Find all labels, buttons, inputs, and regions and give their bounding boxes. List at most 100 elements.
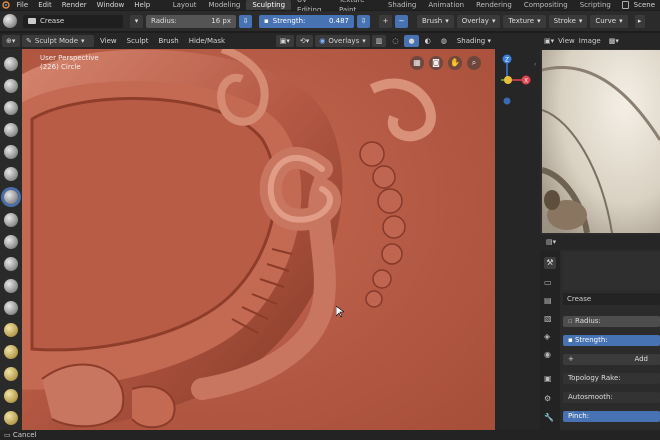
menu-edit[interactable]: Edit — [33, 0, 57, 10]
scene-label[interactable]: Scene — [629, 0, 660, 10]
brush-name-box[interactable]: Crease — [563, 293, 660, 305]
menu-help[interactable]: Help — [129, 0, 155, 10]
clay-strips-tool-icon[interactable] — [4, 123, 18, 137]
zoom-icon[interactable]: ⌕ — [467, 56, 481, 70]
brush-dropdown[interactable]: Brush ▾ — [417, 14, 454, 28]
tab-shading[interactable]: Shading — [382, 0, 422, 10]
camera-icon[interactable]: ◙ — [429, 56, 443, 70]
editor-type-icon[interactable]: ⊕▾ — [2, 35, 20, 47]
image-menu-view[interactable]: View — [558, 37, 575, 45]
inflate-tool-icon[interactable] — [4, 167, 18, 181]
menu-file[interactable]: File — [11, 0, 33, 10]
overlays-dropdown[interactable]: ◉ Overlays ▾ — [315, 35, 370, 47]
menu-brush[interactable]: Brush — [155, 35, 183, 47]
image-editor-type-icon[interactable]: ▣▾ — [544, 37, 554, 45]
radius-pressure-icon[interactable]: ⇩ — [239, 14, 252, 28]
add-button[interactable]: + Add — [563, 354, 660, 365]
radius-prop-field[interactable]: ▫ Radius: — [563, 316, 660, 327]
render-tab-icon[interactable]: ▭ — [544, 278, 552, 287]
properties-type-icon[interactable]: ▤▾ — [546, 238, 556, 246]
menu-sculpt[interactable]: Sculpt — [123, 35, 153, 47]
nudge-tool-icon[interactable] — [4, 411, 18, 425]
scene-selector-icon[interactable] — [621, 1, 629, 9]
more-options-icon[interactable]: ▸ — [634, 14, 645, 28]
gizmo-toggle-icon[interactable]: ⟲▾ — [295, 35, 314, 47]
sculpt-mode-label: Sculpt Mode — [34, 37, 79, 45]
topology-rake-field[interactable]: Topology Rake: — [563, 373, 660, 384]
texture-dropdown[interactable]: Texture ▾ — [503, 14, 546, 28]
stroke-dropdown-label: Stroke — [553, 16, 576, 25]
xray-toggle-icon[interactable]: ▥ — [371, 35, 387, 47]
snake-hook-tool-icon[interactable] — [4, 367, 18, 381]
overlay-dropdown[interactable]: Overlay ▾ — [456, 14, 501, 28]
layer-tool-icon[interactable] — [4, 145, 18, 159]
brush-name-field[interactable]: Crease — [23, 14, 123, 28]
thumb-tool-icon[interactable] — [4, 389, 18, 403]
clay-tool-icon[interactable] — [4, 101, 18, 115]
wrench-icon[interactable]: 🔧 — [544, 413, 554, 422]
scrape-tool-icon[interactable] — [4, 301, 18, 315]
view-layer-tab-icon[interactable]: ▧ — [544, 314, 552, 323]
tab-sculpting[interactable]: Sculpting — [246, 0, 292, 10]
strength-value: 0.487 — [328, 16, 349, 25]
autosmooth-field[interactable]: Autosmooth: — [563, 392, 660, 403]
flatten-tool-icon[interactable] — [4, 257, 18, 271]
image-menu-image[interactable]: Image — [579, 37, 601, 45]
strength-prop-field[interactable]: ▪ Strength: — [563, 335, 660, 346]
object-tab-icon[interactable]: ▣ — [544, 374, 552, 383]
modifier-tab-icon[interactable]: ⚙ — [544, 394, 551, 403]
shading-rendered-icon[interactable]: ◍ — [437, 35, 451, 47]
shading-dropdown[interactable]: Shading ▾ — [453, 35, 495, 47]
texture-dropdown-label: Texture — [508, 16, 535, 25]
output-tab-icon[interactable]: ▤ — [544, 296, 552, 305]
radius-field[interactable]: Radius: 16 px — [146, 14, 236, 28]
draw-tool-icon[interactable] — [4, 57, 18, 71]
shading-solid-icon[interactable]: ● — [404, 35, 419, 47]
tab-modeling[interactable]: Modeling — [203, 0, 247, 10]
viewport-header: ⊕▾ ✎ Sculpt Mode ▾ View Sculpt Brush Hid… — [0, 33, 495, 49]
brush-preview-icon[interactable] — [3, 14, 17, 28]
pan-hand-icon[interactable]: ✋ — [448, 56, 462, 70]
sculpt-mode-dropdown[interactable]: ✎ Sculpt Mode ▾ — [22, 35, 94, 47]
fill-tool-icon[interactable] — [4, 279, 18, 293]
shading-wireframe-icon[interactable]: ◌ — [388, 35, 402, 47]
tab-scripting[interactable]: Scripting — [574, 0, 617, 10]
crease-tool-icon[interactable] — [4, 190, 18, 204]
menu-view[interactable]: View — [96, 35, 121, 47]
brush-browse-button[interactable]: ▾ — [130, 14, 143, 28]
tab-rendering[interactable]: Rendering — [470, 0, 518, 10]
toggle-camera-view-icon[interactable]: ▦ — [410, 56, 424, 70]
tab-animation[interactable]: Animation — [422, 0, 470, 10]
grab-tool-icon[interactable] — [4, 345, 18, 359]
direction-add-button[interactable]: + — [379, 14, 392, 28]
axis-gizmo[interactable]: Z X — [495, 33, 540, 113]
view-object-types-icon[interactable]: ▣▾ — [275, 35, 294, 47]
pinch-field[interactable]: Pinch: — [563, 411, 660, 422]
tab-compositing[interactable]: Compositing — [518, 0, 574, 10]
overlays-icon: ◉ — [319, 37, 326, 45]
scene-tab-icon[interactable]: ◈ — [544, 332, 550, 341]
smooth-tool-icon[interactable] — [4, 235, 18, 249]
sculpt-brush-icon: ✎ — [26, 37, 32, 45]
direction-subtract-button[interactable]: − — [395, 14, 408, 28]
menu-window[interactable]: Window — [92, 0, 130, 10]
sculpt-viewport[interactable]: User Perspective (226) Circle ▦ ◙ ✋ ⌕ — [22, 49, 495, 430]
strength-field[interactable]: ▪ Strength: 0.487 — [259, 14, 354, 28]
blender-logo-icon[interactable] — [0, 0, 11, 10]
menu-hide-mask[interactable]: Hide/Mask — [185, 35, 229, 47]
menu-render[interactable]: Render — [57, 0, 92, 10]
shading-material-icon[interactable]: ◐ — [421, 35, 435, 47]
world-tab-icon[interactable]: ◉ — [544, 350, 551, 359]
tool-tab-icon[interactable]: ⚒ — [544, 257, 556, 269]
stroke-dropdown[interactable]: Stroke ▾ — [548, 14, 588, 28]
curve-dropdown[interactable]: Curve ▾ — [590, 14, 628, 28]
strength-pressure-icon[interactable]: ⇩ — [357, 14, 370, 28]
pinch-tool-icon[interactable] — [4, 323, 18, 337]
chevron-down-icon: ▾ — [619, 16, 623, 25]
svg-text:Z: Z — [505, 57, 509, 64]
blob-tool-icon[interactable] — [4, 213, 18, 227]
image-browse-icon[interactable]: ▩▾ — [609, 37, 619, 45]
tab-layout[interactable]: Layout — [167, 0, 203, 10]
draw-sharp-tool-icon[interactable] — [4, 79, 18, 93]
radius-prop-icon: ▫ — [568, 317, 575, 325]
